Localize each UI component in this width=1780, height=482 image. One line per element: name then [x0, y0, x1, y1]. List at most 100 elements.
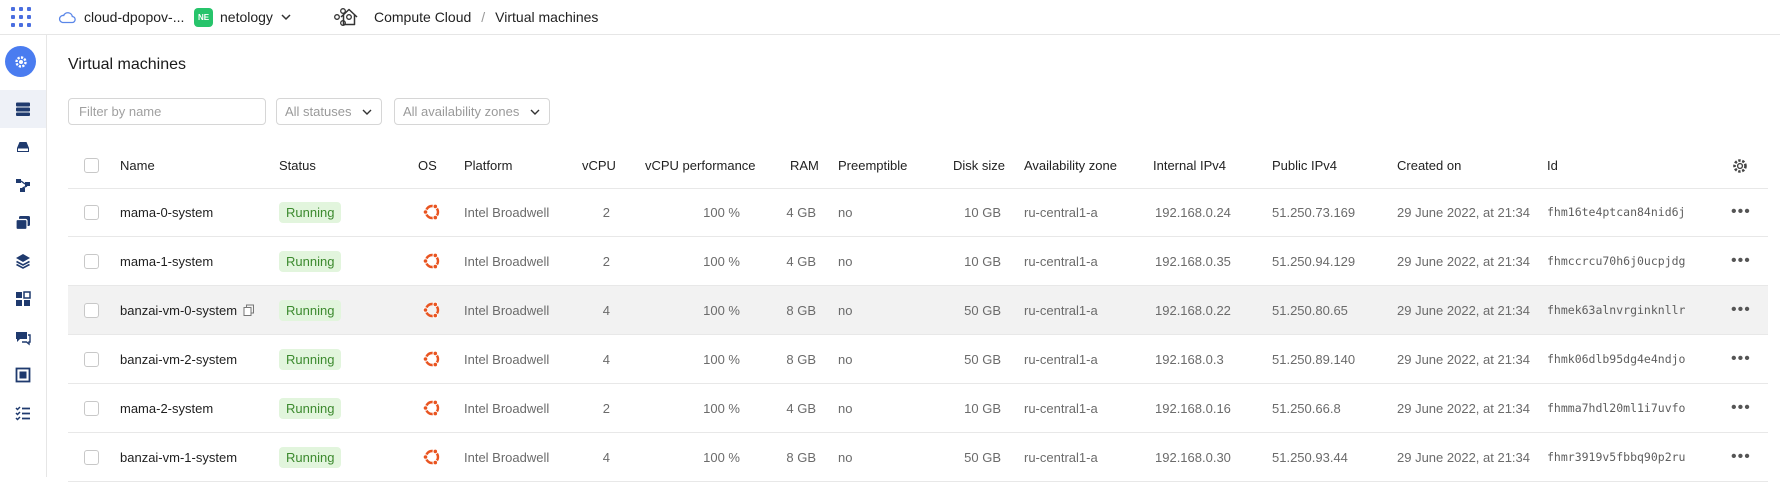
chevron-down-icon [362, 109, 372, 115]
table-settings-cell [1731, 143, 1749, 188]
col-os[interactable]: OS [418, 143, 437, 188]
table-row[interactable]: banzai-vm-0-system Running Intel Broadwell… [68, 286, 1768, 335]
status-cell: Running [279, 384, 342, 432]
created-on-cell: 29 June 2022, at 21:34 [1397, 253, 1531, 269]
status-filter-value: All statuses [285, 104, 352, 119]
col-vcpu-performance[interactable]: vCPU performance [645, 143, 756, 188]
public-ip-cell: 51.250.93.44 [1272, 449, 1348, 465]
row-checkbox[interactable] [84, 351, 99, 367]
home-icon[interactable] [338, 6, 360, 28]
ubuntu-icon [422, 252, 440, 270]
col-status[interactable]: Status [279, 143, 316, 188]
internal-ip-cell: 192.168.0.30 [1155, 449, 1231, 465]
breadcrumb-current: Virtual machines [495, 9, 599, 25]
breadcrumb: Compute Cloud / Virtual machines [374, 0, 598, 34]
os-cell [422, 237, 442, 285]
preemptible-cell: no [838, 400, 853, 416]
vm-name-link[interactable]: banzai-vm-2-system [120, 352, 237, 367]
filter-by-name-input[interactable] [68, 98, 266, 125]
col-id[interactable]: Id [1547, 143, 1558, 188]
platform-cell: Intel Broadwell [464, 204, 550, 220]
platform-cell: Intel Broadwell [464, 351, 550, 367]
status-badge: Running [279, 348, 342, 370]
more-actions-button[interactable]: ••• [1731, 301, 1751, 319]
rail-images[interactable] [0, 204, 46, 242]
col-ram[interactable]: RAM [790, 143, 819, 188]
vm-name-cell: mama-1-system [120, 237, 213, 285]
disk-size-cell: 10 GB [964, 400, 1001, 416]
cloud-selector[interactable]: cloud-dpopov-... [58, 0, 184, 34]
preemptible-cell: no [838, 204, 853, 220]
col-public-ipv4[interactable]: Public IPv4 [1272, 143, 1337, 188]
rail-disks[interactable] [0, 128, 46, 166]
zone-filter-select[interactable]: All availability zones [394, 98, 550, 125]
col-vcpu[interactable]: vCPU [582, 143, 616, 188]
internal-ip-cell: 192.168.0.35 [1155, 253, 1231, 269]
table-row[interactable]: mama-2-system Running Intel Broadwell 2 100 … [68, 384, 1768, 433]
ram-cell: 4 GB [786, 253, 816, 269]
status-cell: Running [279, 433, 342, 481]
table-row[interactable]: mama-0-system Running Intel Broadwell 2 100 … [68, 188, 1768, 237]
vm-name-link[interactable]: mama-1-system [120, 254, 213, 269]
row-actions-cell: ••• [1731, 188, 1751, 236]
disk-size-cell: 50 GB [964, 302, 1001, 318]
row-checkbox[interactable] [84, 204, 99, 220]
public-ip-cell: 51.250.94.129 [1272, 253, 1356, 269]
row-checkbox[interactable] [84, 253, 99, 269]
select-all-checkbox[interactable] [84, 158, 99, 173]
preemptible-cell: no [838, 351, 853, 367]
vcpu-cell: 4 [602, 302, 610, 318]
table-row[interactable]: banzai-vm-2-system Running Intel Broadwell… [68, 335, 1768, 384]
internal-ip-cell: 192.168.0.16 [1155, 400, 1231, 416]
preemptible-cell: no [838, 449, 853, 465]
settings-gear-icon[interactable] [1731, 157, 1749, 175]
ubuntu-icon [422, 203, 440, 221]
apps-grid-icon[interactable] [10, 6, 32, 28]
vm-name-cell: banzai-vm-0-system [120, 286, 255, 334]
vm-name-link[interactable]: mama-2-system [120, 401, 213, 416]
col-platform[interactable]: Platform [464, 143, 512, 188]
copy-icon[interactable] [243, 304, 255, 316]
row-checkbox[interactable] [84, 302, 99, 318]
ram-cell: 8 GB [786, 302, 816, 318]
created-on-cell: 29 June 2022, at 21:34 [1397, 351, 1531, 367]
rail-snapshots[interactable] [0, 318, 46, 356]
status-filter-select[interactable]: All statuses [276, 98, 382, 125]
rail-network[interactable] [0, 166, 46, 204]
rail-groups[interactable] [0, 280, 46, 318]
more-actions-button[interactable]: ••• [1731, 448, 1751, 466]
row-checkbox[interactable] [84, 400, 99, 416]
col-internal-ipv4[interactable]: Internal IPv4 [1153, 143, 1226, 188]
col-availability-zone[interactable]: Availability zone [1024, 143, 1117, 188]
zone-cell: ru-central1-a [1024, 302, 1098, 318]
internal-ip-cell: 192.168.0.3 [1155, 351, 1224, 367]
row-checkbox[interactable] [84, 449, 99, 465]
col-disk-size[interactable]: Disk size [953, 143, 1005, 188]
more-actions-button[interactable]: ••• [1731, 399, 1751, 417]
vm-name-link[interactable]: mama-0-system [120, 205, 213, 220]
more-actions-button[interactable]: ••• [1731, 252, 1751, 270]
table-row[interactable]: banzai-vm-1-system Running Intel Broadwell… [68, 433, 1768, 482]
vm-name-link[interactable]: banzai-vm-1-system [120, 450, 237, 465]
rail-frame[interactable] [0, 356, 46, 394]
more-actions-button[interactable]: ••• [1731, 203, 1751, 221]
vm-name-cell: mama-0-system [120, 188, 213, 236]
table-row[interactable]: mama-1-system Running Intel Broadwell 2 100 … [68, 237, 1768, 286]
more-actions-button[interactable]: ••• [1731, 350, 1751, 368]
rail-checklist[interactable] [0, 394, 46, 432]
breadcrumb-compute-cloud[interactable]: Compute Cloud [374, 9, 471, 25]
chevron-down-icon [281, 14, 291, 21]
row-actions-cell: ••• [1731, 384, 1751, 432]
preemptible-cell: no [838, 302, 853, 318]
org-selector[interactable]: NE netology [194, 0, 292, 34]
col-name[interactable]: Name [120, 143, 155, 188]
vm-name-link[interactable]: banzai-vm-0-system [120, 303, 237, 318]
table-header: Name Status OS Platform vCPU vCPU perfor… [68, 143, 1768, 189]
breadcrumb-separator: / [481, 9, 486, 25]
col-preemptible[interactable]: Preemptible [838, 143, 907, 188]
service-gear-icon[interactable] [5, 46, 36, 77]
col-created-on[interactable]: Created on [1397, 143, 1461, 188]
rail-layers[interactable] [0, 242, 46, 280]
rail-servers[interactable] [0, 90, 46, 128]
disk-size-cell: 10 GB [964, 204, 1001, 220]
